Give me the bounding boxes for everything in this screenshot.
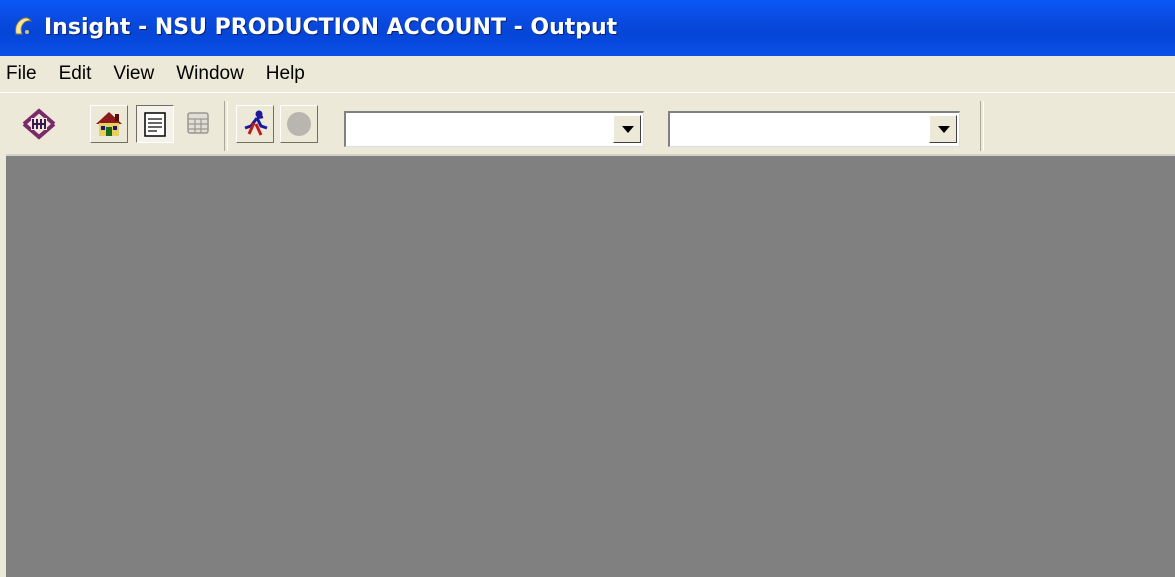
toolbar-separator [224, 101, 228, 151]
combo-box-1[interactable] [344, 111, 644, 147]
document-button[interactable] [136, 105, 174, 143]
menu-view[interactable]: View [103, 56, 166, 92]
combo-box-2-dropdown-button[interactable] [929, 115, 957, 143]
runner-icon [244, 110, 268, 136]
toolbar [0, 92, 1175, 154]
table-button[interactable] [180, 105, 218, 143]
menu-edit[interactable]: Edit [49, 56, 104, 92]
insight-logo-button[interactable] [20, 105, 58, 143]
menu-help[interactable]: Help [256, 56, 317, 92]
application-window: Insight - NSU PRODUCTION ACCOUNT - Outpu… [0, 0, 1175, 577]
menu-file[interactable]: File [0, 56, 49, 92]
document-icon [144, 112, 166, 137]
toolbar-end-separator [980, 101, 984, 151]
menu-window[interactable]: Window [166, 56, 256, 92]
app-icon [15, 17, 33, 35]
menu-bar: File Edit View Window Help [0, 56, 1175, 92]
chevron-down-icon [938, 126, 950, 133]
insight-logo-icon [22, 108, 56, 140]
mdi-client-area[interactable] [6, 154, 1175, 577]
table-icon [187, 112, 209, 134]
chevron-down-icon [622, 126, 634, 133]
run-button[interactable] [236, 105, 274, 143]
home-icon [96, 112, 122, 136]
combo-box-2[interactable] [668, 111, 960, 147]
combo-box-1-dropdown-button[interactable] [613, 115, 641, 143]
title-bar[interactable]: Insight - NSU PRODUCTION ACCOUNT - Outpu… [0, 0, 1175, 56]
window-title: Insight - NSU PRODUCTION ACCOUNT - Outpu… [44, 15, 618, 40]
home-button[interactable] [90, 105, 128, 143]
stop-circle-icon [287, 112, 311, 136]
stop-button[interactable] [280, 105, 318, 143]
